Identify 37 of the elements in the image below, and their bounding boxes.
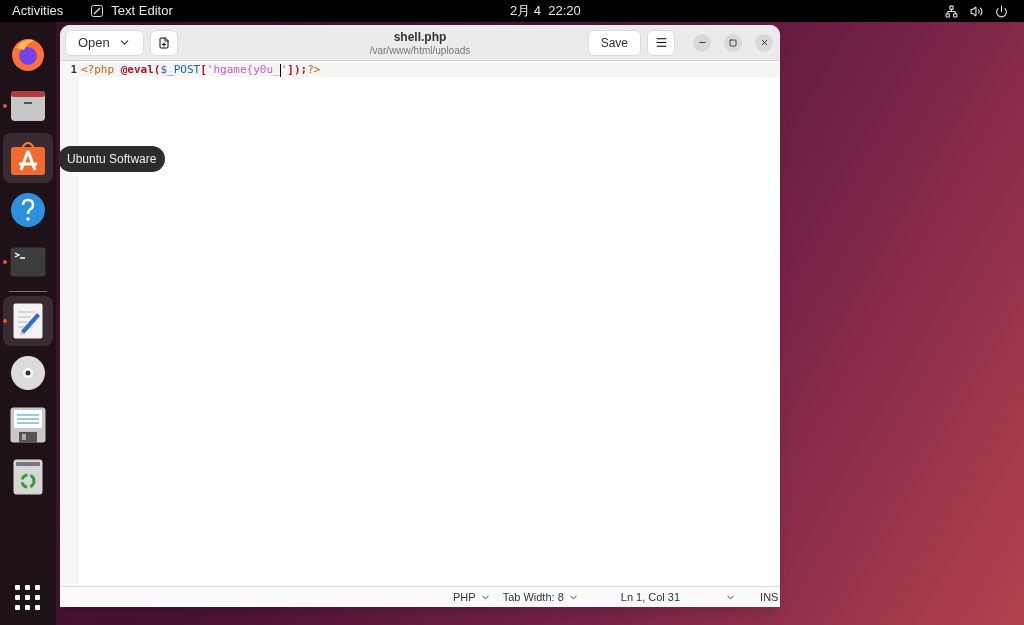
app-menu-title[interactable]: Text Editor [111,1,173,21]
folder-icon [10,90,46,122]
text-cursor [279,63,281,77]
dock-item[interactable] [3,133,53,183]
file-path: /var/www/html/uploads [369,45,471,58]
clock[interactable]: 2月 4 22:20 [510,1,581,21]
app-icon [91,5,104,17]
new-tab-button[interactable] [149,29,178,56]
dock-item[interactable] [3,296,53,346]
insert-mode[interactable]: INS [760,588,779,606]
cursor-position: Ln 1, Col 31 [620,589,681,605]
volume-icon[interactable] [970,4,983,18]
close-icon [759,38,769,47]
save-button[interactable]: Save [587,29,641,56]
maximize-button[interactable] [724,33,742,52]
window-title: shell.php [393,30,447,45]
menu-button[interactable] [647,29,675,56]
open-button[interactable]: Open [65,29,144,56]
disc-icon [10,355,46,391]
help-icon [10,192,46,228]
network-icon[interactable] [945,4,958,18]
browser-icon [10,36,46,72]
close-button[interactable] [755,33,773,52]
shopping-bag-icon [10,140,46,176]
language-selector[interactable]: PHP [453,588,491,606]
maximize-icon [729,38,737,47]
activities-button[interactable]: Activities [12,1,64,21]
line-number: 1 [69,63,78,77]
tab-width-selector[interactable]: Tab Width: 8 [502,588,579,606]
menu-icon [654,36,668,49]
app-grid-icon[interactable] [15,585,41,611]
text-editor-icon [13,303,43,339]
trash-icon [13,459,43,495]
terminal-icon [10,247,46,277]
new-document-icon [157,36,170,49]
power-icon[interactable] [995,4,1008,18]
tooltip: Ubuntu Software [58,146,166,172]
